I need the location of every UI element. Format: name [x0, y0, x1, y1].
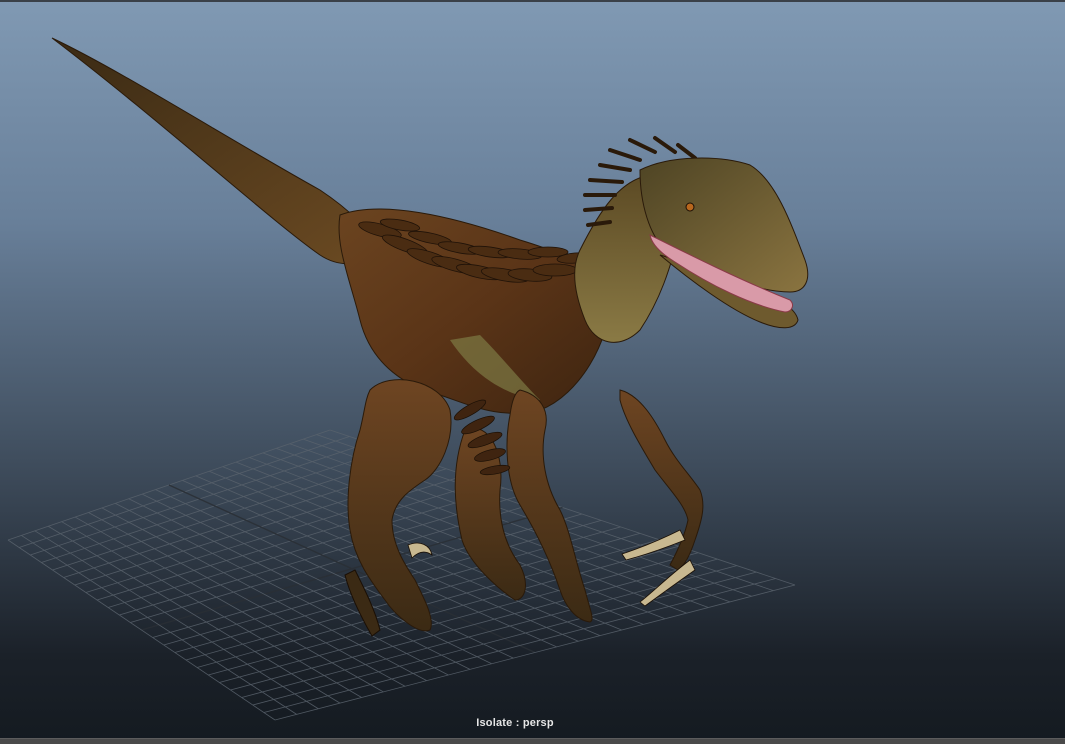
camera-label: Isolate : persp: [476, 717, 554, 729]
raptor-eye: [685, 202, 695, 212]
raptor-near-claw: [407, 542, 433, 559]
scene-canvas[interactable]: [0, 0, 1065, 744]
grid-line: [34, 530, 319, 710]
grid-line: [274, 584, 796, 721]
grid-line: [230, 558, 718, 691]
perspective-viewport[interactable]: Isolate : persp: [0, 0, 1065, 744]
grid-line: [74, 516, 384, 693]
viewport-bottom-border: [0, 738, 1065, 744]
raptor-body: [338, 208, 611, 414]
grid-line: [48, 525, 341, 704]
grid-line: [7, 539, 276, 721]
grid-line: [61, 521, 362, 698]
raptor-tail: [51, 37, 381, 265]
